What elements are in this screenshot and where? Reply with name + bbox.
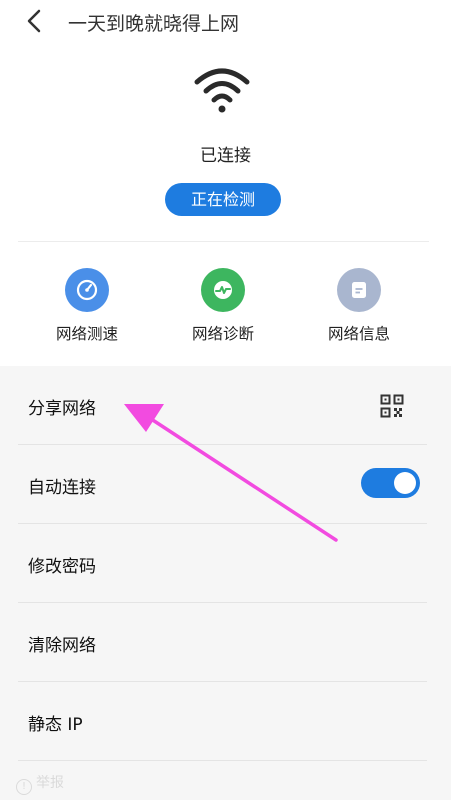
forget-network-row[interactable]: 清除网络 (0, 603, 451, 682)
row-label: 修改密码 (28, 557, 96, 577)
row-label: 静态 IP (28, 715, 83, 735)
wifi-icon (194, 68, 250, 113)
change-password-row[interactable]: 修改密码 (0, 524, 451, 603)
divider (18, 241, 429, 242)
back-arrow-icon[interactable] (22, 8, 48, 34)
tool-info[interactable]: 网络信息 (299, 268, 419, 344)
qr-code-icon[interactable] (380, 394, 404, 418)
info-icon: ! (16, 779, 32, 795)
report-label: 举报 (36, 775, 64, 791)
tool-speed-test[interactable]: 网络测速 (27, 268, 147, 344)
document-icon (337, 268, 381, 312)
speedometer-icon (65, 268, 109, 312)
settings-list: 分享网络 自动连接 修改密码 清除网络 静态 IP (0, 366, 451, 800)
tool-label: 网络诊断 (191, 325, 254, 343)
tool-diagnose[interactable]: 网络诊断 (163, 268, 283, 344)
row-label: 自动连接 (28, 478, 96, 498)
report-link[interactable]: ! 举报 (16, 772, 64, 795)
share-network-row[interactable]: 分享网络 (0, 366, 451, 445)
checking-button[interactable]: 正在检测 (165, 183, 281, 216)
top-bar: 一天到晚就晓得上网 (0, 0, 451, 44)
row-label: 清除网络 (28, 636, 96, 656)
pulse-icon (201, 268, 245, 312)
connection-status: 已连接 (200, 146, 251, 166)
page-title: 一天到晚就晓得上网 (68, 13, 240, 35)
tool-label: 网络信息 (327, 325, 390, 343)
row-label: 分享网络 (28, 399, 96, 419)
toggle-knob (394, 472, 416, 494)
auto-connect-row: 自动连接 (0, 445, 451, 524)
static-ip-row[interactable]: 静态 IP (0, 682, 451, 761)
auto-connect-toggle[interactable] (361, 468, 420, 498)
tool-label: 网络测速 (55, 325, 118, 343)
